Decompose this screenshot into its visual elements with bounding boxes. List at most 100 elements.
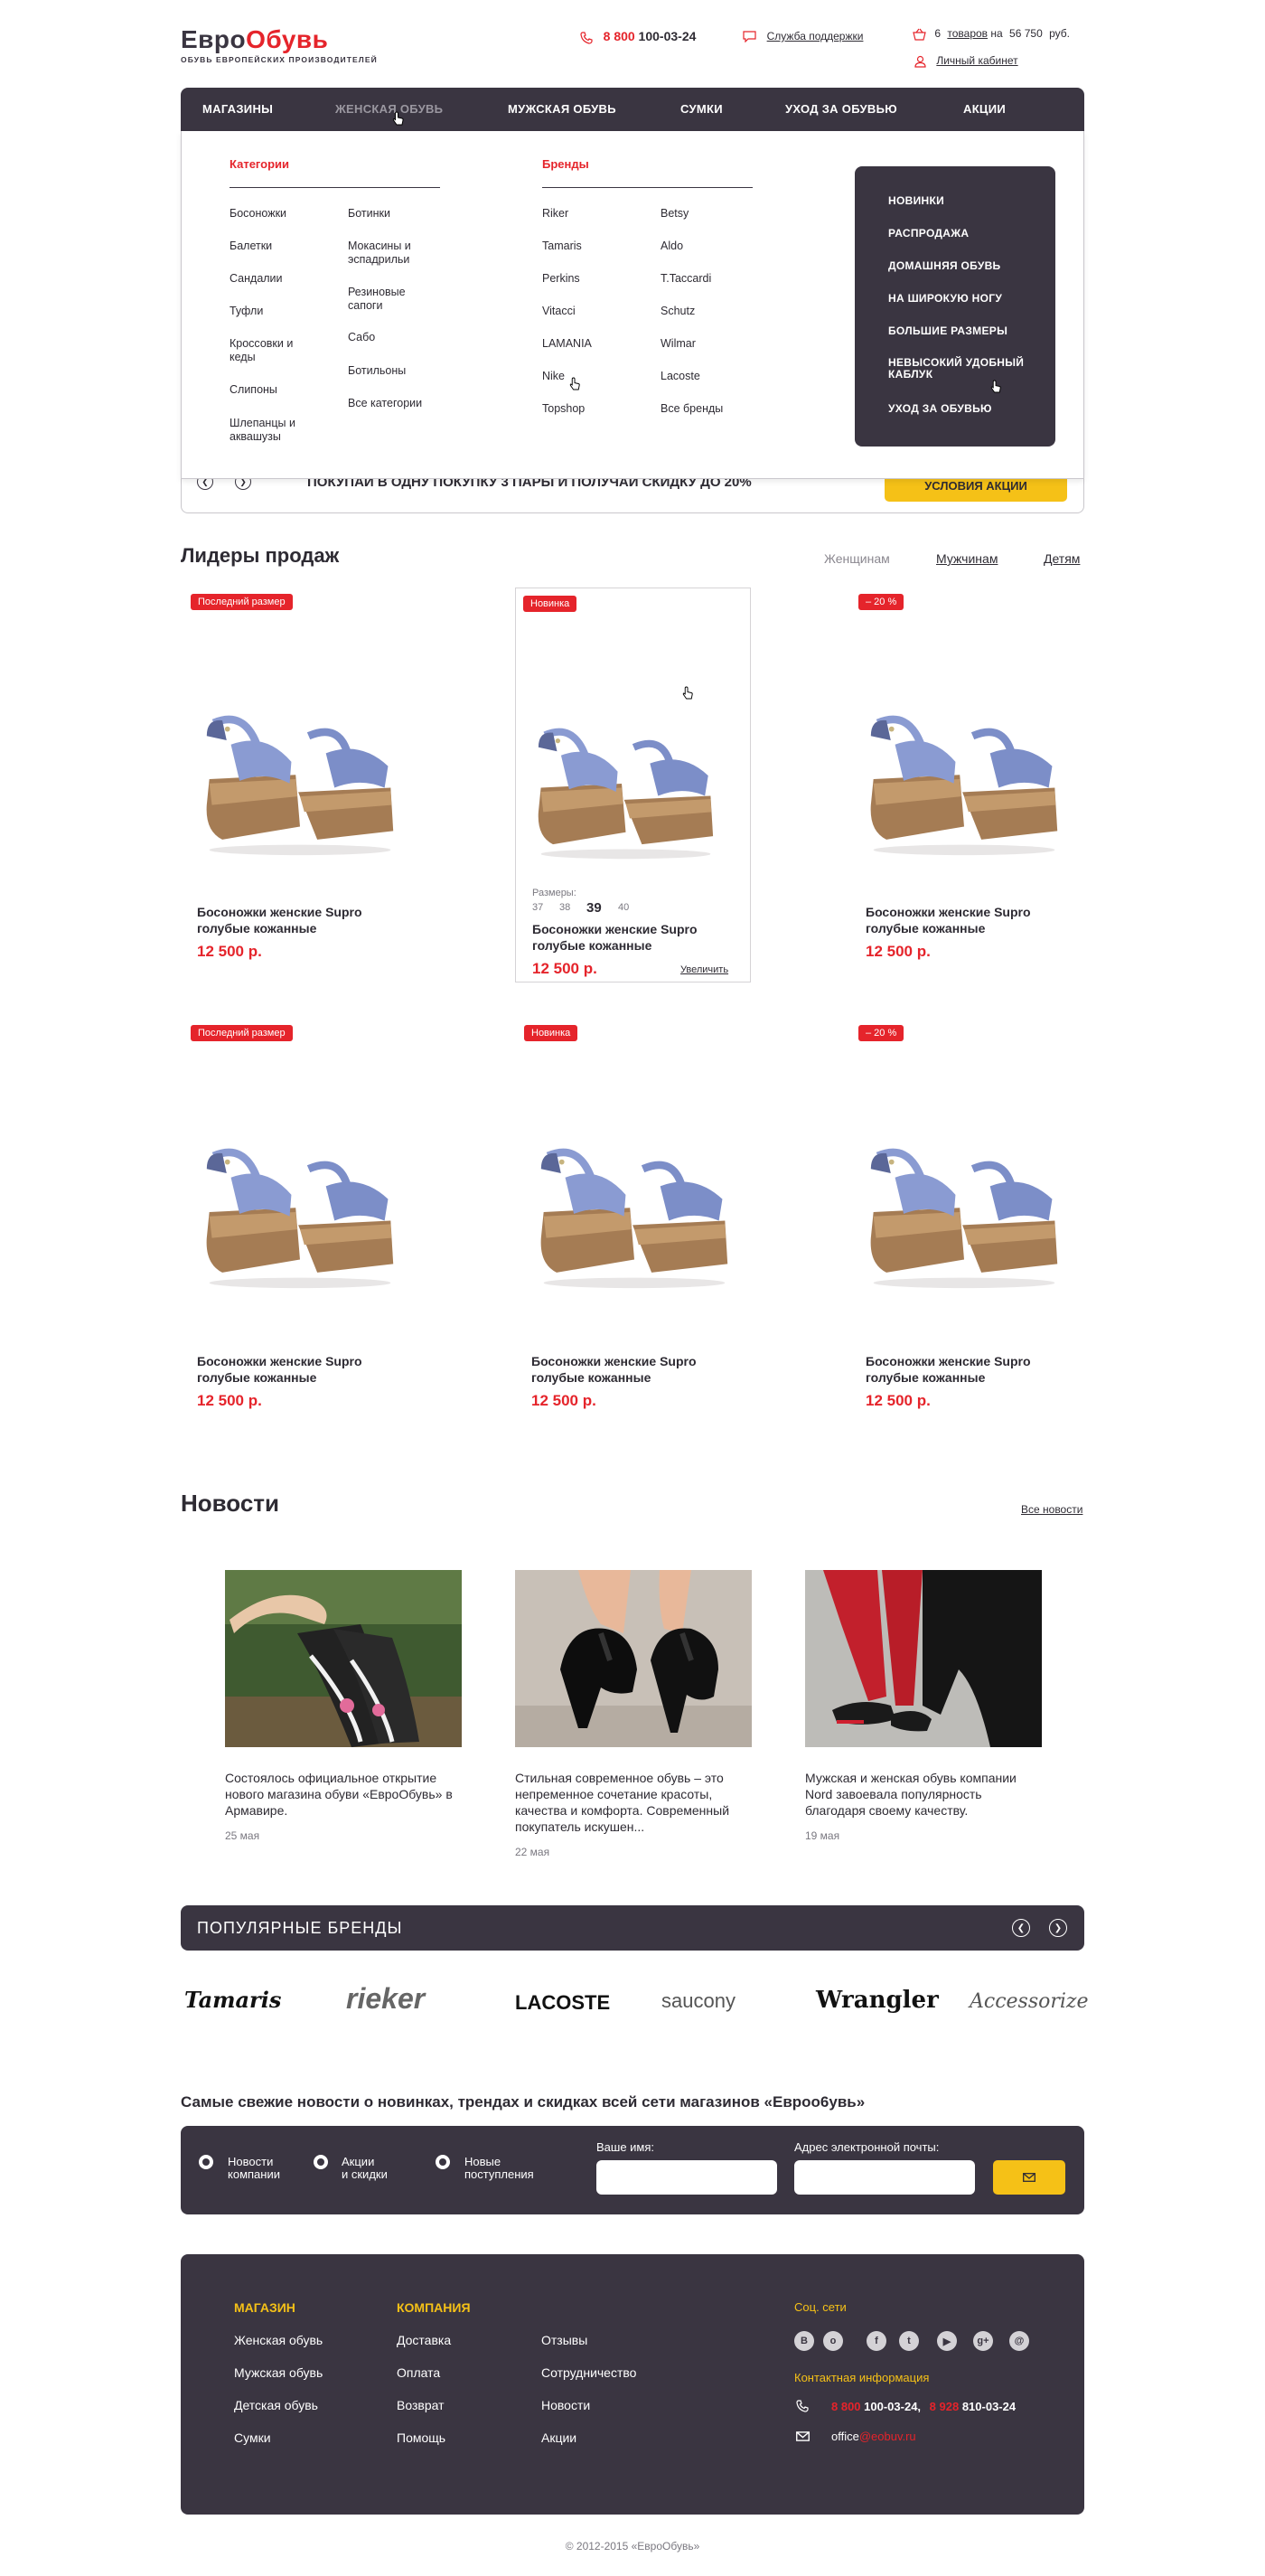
nav-item-men[interactable]: МУЖСКАЯ ОБУВЬ <box>508 88 616 131</box>
nav-item-stores[interactable]: МАГАЗИНЫ <box>202 88 273 131</box>
footer-link[interactable]: Сумки <box>234 2430 271 2445</box>
zoom-link[interactable]: Увеличить <box>680 964 728 975</box>
quick-link-large[interactable]: БОЛЬШИЕ РАЗМЕРЫ <box>888 325 1007 337</box>
brand-link[interactable]: T.Taccardi <box>661 272 711 286</box>
product-name[interactable]: Босоножки женские Supro голубые кожанные <box>866 1353 1073 1386</box>
footer-link[interactable]: Женская обувь <box>234 2333 323 2347</box>
brand-logo-rieker[interactable]: rieker <box>346 1982 425 2016</box>
cart[interactable]: 6 товаров на 56 750 руб. <box>913 27 1070 41</box>
category-link[interactable]: Ботинки <box>348 207 438 221</box>
brand-link[interactable]: Topshop <box>542 402 585 416</box>
category-link[interactable]: Балетки <box>230 240 311 253</box>
product-card-hover[interactable]: Новинка Размеры: 37 38 39 40 Босоножки ж… <box>515 588 751 982</box>
brands-prev-button[interactable]: ❮ <box>1012 1919 1030 1937</box>
news-card[interactable]: Состоялось официальное открытие нового м… <box>225 1570 464 1842</box>
footer-link[interactable]: Возврат <box>397 2398 445 2412</box>
size-option[interactable]: 38 <box>559 902 570 913</box>
support-link[interactable]: Служба поддержки <box>743 29 863 43</box>
tab-women[interactable]: Женщинам <box>824 551 890 566</box>
brand-link[interactable]: Schutz <box>661 305 695 318</box>
phone1[interactable]: 100-03-24, <box>861 2400 921 2413</box>
product-card[interactable]: Последний размер Босоножки женские Supro… <box>181 1019 419 1409</box>
quick-link-home[interactable]: ДОМАШНЯЯ ОБУВЬ <box>888 260 1000 272</box>
brand-link[interactable]: Nike <box>542 370 565 383</box>
category-link[interactable]: Мокасины и эспадрильи <box>348 240 429 267</box>
subscribe-button[interactable] <box>993 2160 1065 2195</box>
brand-link[interactable]: Wilmar <box>661 337 696 351</box>
all-brands-link[interactable]: Все бренды <box>661 402 751 416</box>
category-link[interactable]: Туфли <box>230 305 311 318</box>
size-option[interactable]: 37 <box>532 902 543 913</box>
nav-item-bags[interactable]: СУМКИ <box>680 88 723 131</box>
radio-company-news[interactable] <box>199 2155 213 2169</box>
brand-link[interactable]: Riker <box>542 207 568 221</box>
category-link[interactable]: Резиновые сапоги <box>348 286 416 313</box>
brand-logo-lacoste[interactable]: LACOSTE <box>515 1991 610 2015</box>
google-plus-icon[interactable]: g+ <box>973 2331 993 2351</box>
quick-link-new[interactable]: НОВИНКИ <box>888 195 944 207</box>
phone2[interactable]: 810-03-24 <box>959 2400 1016 2413</box>
nav-item-care[interactable]: УХОД ЗА ОБУВЬЮ <box>785 88 897 131</box>
email-icon[interactable]: @ <box>1009 2331 1029 2351</box>
footer-link[interactable]: Доставка <box>397 2333 451 2347</box>
footer-email[interactable]: office@eobuv.ru <box>831 2430 916 2443</box>
quick-link-wide[interactable]: НА ШИРОКУЮ НОГУ <box>888 293 1002 305</box>
nav-item-promo[interactable]: АКЦИИ <box>963 88 1006 131</box>
footer-link[interactable]: Оплата <box>397 2365 440 2380</box>
product-card[interactable]: Новинка Босоножки женские Supro голубые … <box>515 1019 754 1409</box>
news-card[interactable]: Стильная современное обувь – это непреме… <box>515 1570 754 1858</box>
footer-link[interactable]: Мужская обувь <box>234 2365 323 2380</box>
radio-promotions[interactable] <box>314 2155 328 2169</box>
brand-logo-tamaris[interactable]: Tamaris <box>184 1987 281 2013</box>
youtube-icon[interactable]: ▶ <box>937 2331 957 2351</box>
brand-link[interactable]: Lacoste <box>661 370 700 383</box>
name-field[interactable] <box>596 2160 777 2195</box>
footer-link[interactable]: Сотрудничество <box>541 2365 636 2380</box>
footer-link[interactable]: Отзывы <box>541 2333 587 2347</box>
brand-link[interactable]: Vitacci <box>542 305 576 318</box>
footer-link[interactable]: Детская обувь <box>234 2398 318 2412</box>
size-option-selected[interactable]: 39 <box>586 900 602 916</box>
footer-link[interactable]: Помощь <box>397 2430 445 2445</box>
brand-link[interactable]: Aldo <box>661 240 683 253</box>
quick-link-care[interactable]: УХОД ЗА ОБУВЬЮ <box>888 403 992 415</box>
odnoklassniki-icon[interactable]: о <box>823 2331 843 2351</box>
email-field[interactable] <box>794 2160 975 2195</box>
header-phone[interactable]: 8 800 100-03-24 <box>580 29 696 44</box>
category-link[interactable]: Кроссовки и кеды <box>230 337 297 364</box>
category-link[interactable]: Босоножки <box>230 207 311 221</box>
nav-item-women[interactable]: ЖЕНСКАЯ ОБУВЬ <box>335 88 443 131</box>
footer-link[interactable]: Акции <box>541 2430 576 2445</box>
product-name[interactable]: Босоножки женские Supro голубые кожанные <box>197 1353 405 1386</box>
tab-men[interactable]: Мужчинам <box>936 551 998 566</box>
account-link[interactable]: Личный кабинет <box>914 54 1018 68</box>
twitter-icon[interactable]: t <box>899 2331 919 2351</box>
product-card[interactable]: – 20 % Босоножки женские Supro голубые к… <box>849 1019 1088 1409</box>
product-card[interactable]: – 20 % Босоножки женские Supro голубые к… <box>849 588 1088 977</box>
product-name[interactable]: Босоножки женские Supro голубые кожанные <box>532 921 740 954</box>
product-name[interactable]: Босоножки женские Supro голубые кожанные <box>197 904 405 936</box>
category-link[interactable]: Слипоны <box>230 383 311 397</box>
category-link[interactable]: Ботильоны <box>348 364 438 378</box>
tab-kids[interactable]: Детям <box>1044 551 1080 566</box>
product-name[interactable]: Босоножки женские Supro голубые кожанные <box>531 1353 739 1386</box>
brand-logo-saucony[interactable]: saucony <box>661 1989 736 2013</box>
brand-link[interactable]: LAMANIA <box>542 337 592 351</box>
category-link[interactable]: Сандалии <box>230 272 311 286</box>
all-news-link[interactable]: Все новости <box>1021 1503 1082 1516</box>
news-card[interactable]: Мужская и женская обувь компании Nord за… <box>805 1570 1045 1842</box>
all-categories-link[interactable]: Все категории <box>348 397 438 410</box>
product-card[interactable]: Последний размер Босоножки женские Supro… <box>181 588 419 977</box>
brand-logo-wrangler[interactable]: Wrangler <box>816 1987 939 2014</box>
radio-new-arrivals[interactable] <box>436 2155 450 2169</box>
footer-link[interactable]: Новости <box>541 2398 590 2412</box>
category-link[interactable]: Шлепанцы и аквашузы <box>230 417 306 444</box>
brand-link[interactable]: Tamaris <box>542 240 582 253</box>
quick-link-sale[interactable]: РАСПРОДАЖА <box>888 228 969 240</box>
brand-link[interactable]: Perkins <box>542 272 580 286</box>
brand-link[interactable]: Betsy <box>661 207 689 221</box>
product-name[interactable]: Босоножки женские Supro голубые кожанные <box>866 904 1073 936</box>
logo[interactable]: ЕвроОбувь ОБУВЬ ЕВРОПЕЙСКИХ ПРОИЗВОДИТЕЛ… <box>181 25 378 64</box>
brand-logo-accessorize[interactable]: Accessorize <box>970 1990 1089 2013</box>
size-option[interactable]: 40 <box>618 902 629 913</box>
